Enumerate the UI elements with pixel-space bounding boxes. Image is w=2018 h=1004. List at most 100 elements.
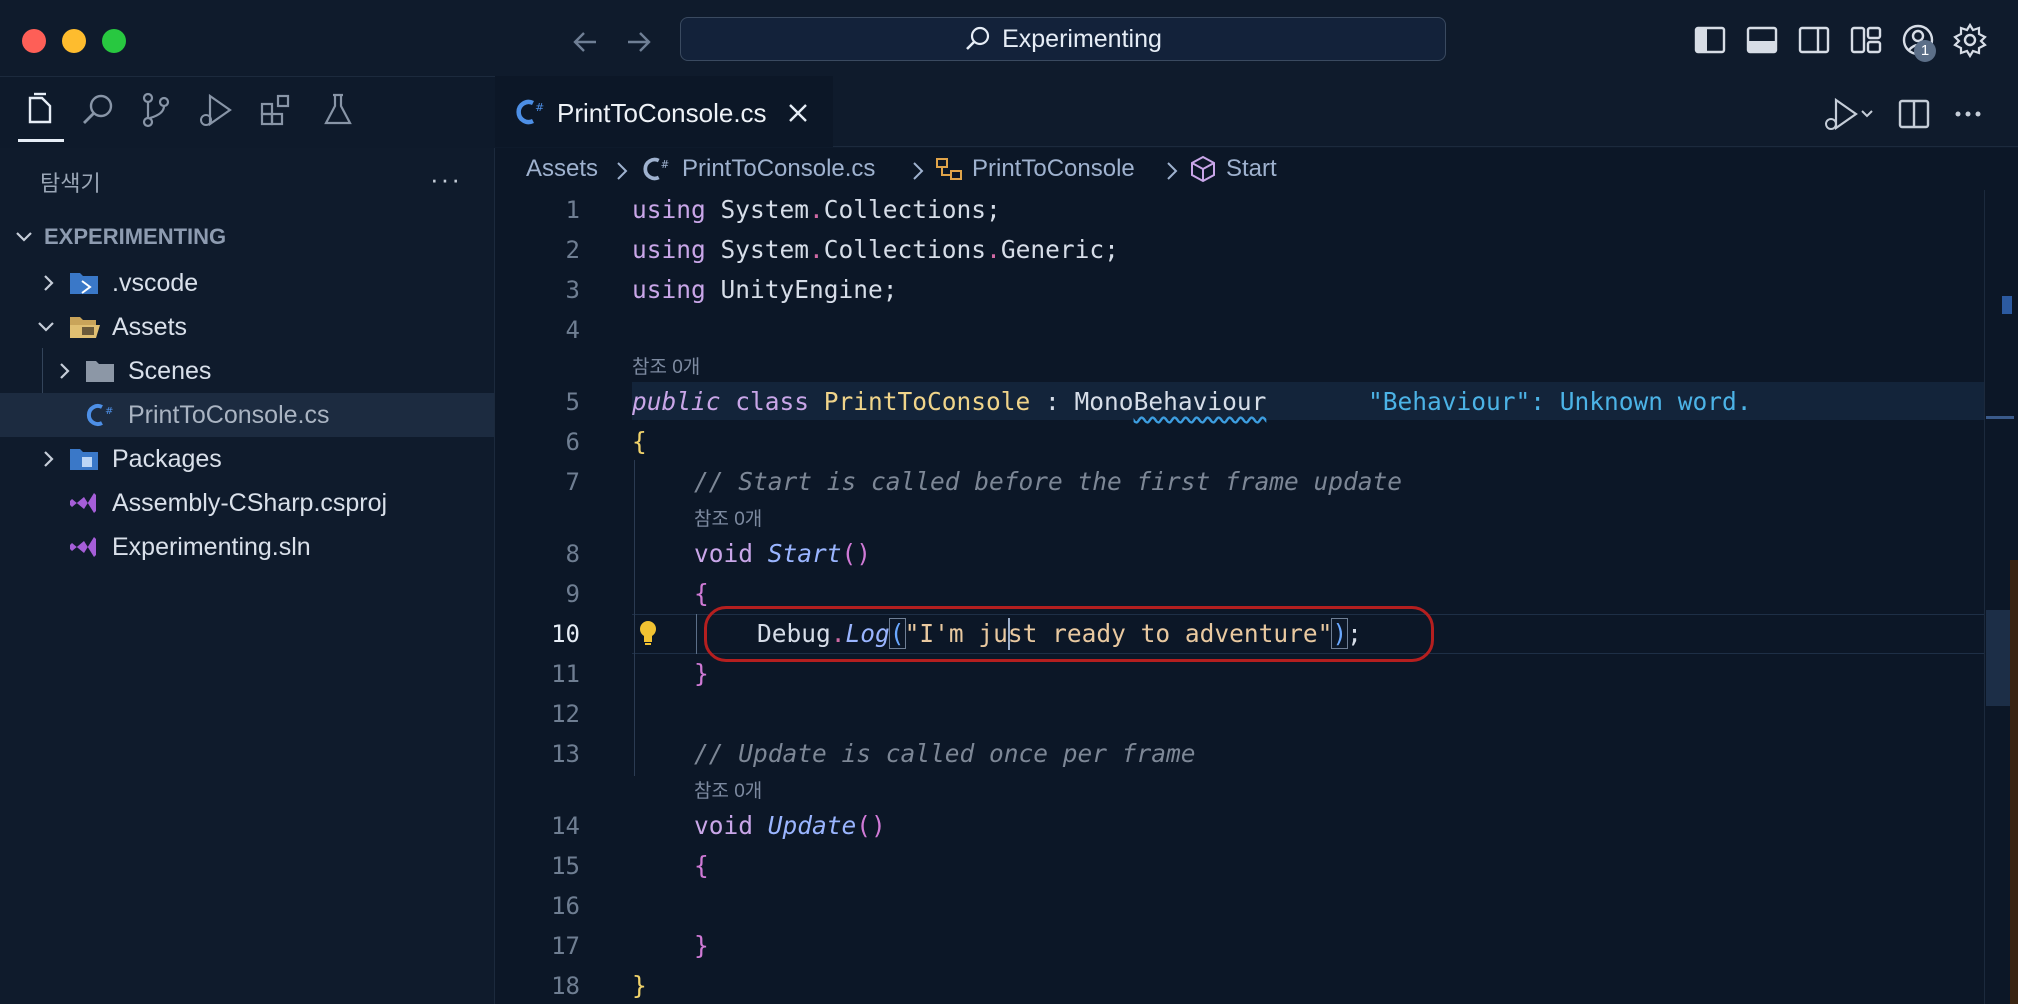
inline-diagnostic: "Behaviour": Unknown word.	[1368, 387, 1752, 416]
forward-arrow-icon[interactable]	[618, 22, 658, 62]
breadcrumb-assets[interactable]: Assets	[526, 155, 598, 183]
toggle-primary-sidebar-icon[interactable]	[1692, 22, 1728, 58]
code-line-2: using System.Collections.Generic;	[632, 235, 1119, 264]
overview-ruler-mark	[2002, 296, 2012, 314]
tree-item-label: Packages	[112, 444, 222, 473]
tree-item-vscode[interactable]: .vscode	[0, 261, 494, 305]
source-control-icon[interactable]	[136, 90, 176, 130]
tree-item-assets[interactable]: Assets	[0, 305, 494, 349]
code-line-3: using UnityEngine;	[632, 275, 898, 304]
breadcrumb-file[interactable]: PrintToConsole.cs	[682, 155, 875, 183]
tab-label: PrintToConsole.cs	[557, 98, 767, 128]
close-icon[interactable]	[785, 100, 811, 126]
code-line-15: {	[694, 851, 709, 880]
line-number: 16	[551, 892, 580, 920]
csharp-icon: #	[643, 157, 669, 181]
command-center-search[interactable]: Experimenting	[680, 17, 1446, 61]
explorer-title: 탐색기	[40, 171, 101, 196]
tree-item-label: .vscode	[112, 268, 199, 297]
code-line-8: void Start()	[694, 539, 872, 568]
activity-bar	[0, 76, 494, 148]
gear-icon[interactable]	[1952, 22, 1988, 58]
breadcrumb-method[interactable]: Start	[1226, 155, 1277, 183]
account-badge: 1	[1914, 40, 1936, 62]
code-line-7: // Start is called before the first fram…	[694, 467, 1403, 496]
back-arrow-icon[interactable]	[566, 22, 606, 62]
chevron-down-icon	[16, 232, 32, 242]
packages-folder-icon	[70, 449, 98, 470]
close-window-button[interactable]	[22, 29, 46, 53]
customize-layout-icon[interactable]	[1848, 22, 1884, 58]
chevron-right-icon	[44, 451, 54, 467]
tree-item-printtoconsole[interactable]: # PrintToConsole.cs	[0, 393, 494, 437]
line-number: 11	[551, 660, 580, 688]
indent-guide-active	[696, 614, 697, 654]
annotation-highlight-box	[704, 606, 1434, 662]
chevron-down-icon	[38, 322, 54, 332]
line-number: 17	[551, 932, 580, 960]
line-number: 7	[565, 468, 580, 496]
csharp-icon: #	[516, 99, 544, 125]
line-number: 15	[551, 852, 580, 880]
chevron-right-icon	[60, 363, 70, 379]
zoom-window-button[interactable]	[102, 29, 126, 53]
testing-icon[interactable]	[318, 90, 358, 130]
more-actions-icon[interactable]	[1950, 94, 1986, 134]
code-line-17: }	[694, 931, 709, 960]
line-number: 8	[565, 540, 580, 568]
tree-item-sln[interactable]: Experimenting.sln	[0, 525, 494, 569]
workspace-root[interactable]: EXPERIMENTING	[14, 224, 226, 250]
extensions-icon[interactable]	[256, 90, 296, 130]
line-number: 13	[551, 740, 580, 768]
tree-item-csproj[interactable]: Assembly-CSharp.csproj	[0, 481, 494, 525]
split-editor-icon[interactable]	[1896, 94, 1932, 134]
code-line-1: using System.Collections;	[632, 195, 1001, 224]
code-lens-references[interactable]: 참조 0개	[694, 776, 762, 803]
chevron-right-icon	[1167, 162, 1178, 180]
code-line-5: public class PrintToConsole : MonoBehavi…	[632, 387, 1267, 416]
toggle-secondary-sidebar-icon[interactable]	[1796, 22, 1832, 58]
tree-item-label: Assets	[112, 312, 188, 341]
editor-tab-printtoconsole[interactable]: # PrintToConsole.cs	[495, 76, 833, 147]
chevron-right-icon	[617, 162, 628, 180]
code-line-9: {	[694, 579, 709, 608]
code-lens-references[interactable]: 참조 0개	[632, 352, 700, 379]
line-number-current: 10	[551, 620, 580, 648]
search-view-icon[interactable]	[78, 90, 118, 130]
code-line-13: // Update is called once per frame	[694, 739, 1196, 768]
code-lens-references[interactable]: 참조 0개	[694, 504, 762, 531]
tree-item-scenes[interactable]: Scenes	[0, 349, 494, 393]
tree-item-label: Experimenting.sln	[112, 532, 311, 561]
overview-ruler-mark	[1986, 416, 2014, 419]
run-debug-icon[interactable]	[196, 90, 236, 130]
chevron-right-icon	[44, 275, 54, 291]
line-number: 14	[551, 812, 580, 840]
tree-item-label: Assembly-CSharp.csproj	[112, 488, 388, 517]
chevron-right-icon	[913, 162, 924, 180]
minimize-window-button[interactable]	[62, 29, 86, 53]
line-number: 12	[551, 700, 580, 728]
visual-studio-icon	[70, 493, 96, 513]
tree-item-label: Scenes	[128, 356, 212, 385]
visual-studio-icon	[70, 537, 96, 557]
line-number: 18	[551, 972, 580, 1000]
svg-text:#: #	[105, 406, 113, 417]
line-number: 3	[565, 276, 580, 304]
lightbulb-icon[interactable]	[636, 618, 660, 648]
explorer-icon[interactable]	[20, 90, 60, 130]
desktop-background-edge	[2010, 560, 2018, 1004]
class-icon	[936, 158, 962, 180]
vscode-window: Experimenting 1 탐색기 ··· EXPERIMENTING .v…	[0, 0, 2018, 1004]
command-center-label: Experimenting	[1002, 24, 1162, 53]
toggle-panel-icon[interactable]	[1744, 22, 1780, 58]
tree-item-packages[interactable]: Packages	[0, 437, 494, 481]
explorer-more-actions[interactable]: ···	[430, 164, 462, 195]
code-editor[interactable]	[495, 190, 2018, 1004]
breadcrumb-class[interactable]: PrintToConsole	[972, 155, 1135, 183]
code-line-11: }	[694, 659, 709, 688]
line-number: 4	[565, 316, 580, 344]
tree-item-label: PrintToConsole.cs	[128, 400, 330, 429]
run-debug-dropdown-icon[interactable]	[1820, 94, 1876, 134]
folder-icon	[86, 361, 114, 382]
csharp-file-icon: #	[86, 404, 113, 426]
